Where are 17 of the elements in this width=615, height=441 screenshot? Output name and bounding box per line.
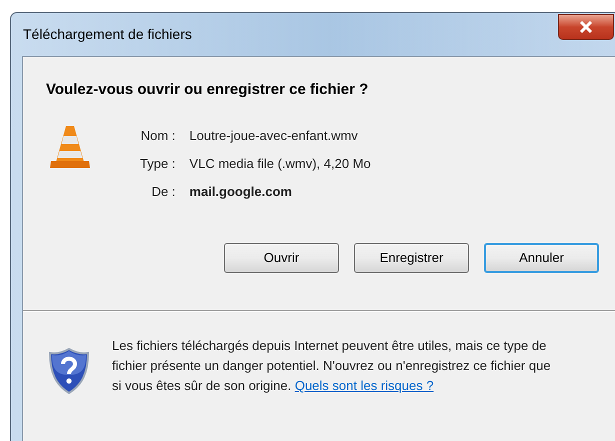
shield-question-icon xyxy=(48,347,90,395)
dialog-button[interactable]: Enregistrer xyxy=(354,243,469,273)
field-label: Type : xyxy=(140,154,176,172)
dialog-heading: Voulez-vous ouvrir ou enregistrer ce fichier ? xyxy=(46,80,370,100)
close-icon xyxy=(579,21,593,33)
window-title: Téléchargement de fichiers xyxy=(23,25,192,44)
field-value: mail.google.com xyxy=(189,182,293,200)
dialog-button[interactable]: Ouvrir xyxy=(224,243,339,273)
field-label: Nom : xyxy=(140,126,176,144)
field-value: Loutre-joue-avec-enfant.wmv xyxy=(189,126,359,144)
field-label: De : xyxy=(150,182,176,200)
close-button[interactable] xyxy=(558,14,614,40)
traffic-cone-icon xyxy=(49,124,91,170)
risks-link[interactable]: Quels sont les risques ? xyxy=(294,378,434,393)
field-value: VLC media file (.wmv), 4,20 Mo xyxy=(189,154,372,172)
dialog-button[interactable]: Annuler xyxy=(484,243,599,273)
warning-text: Les fichiers téléchargés depuis Internet peuvent être utiles, mais ce type de fichier présente un danger potentiel. N'ouvrez ou n'enregistrez ce fichier que si vous êtes sûr de son origine. Quels sont les risques ? xyxy=(112,337,552,395)
